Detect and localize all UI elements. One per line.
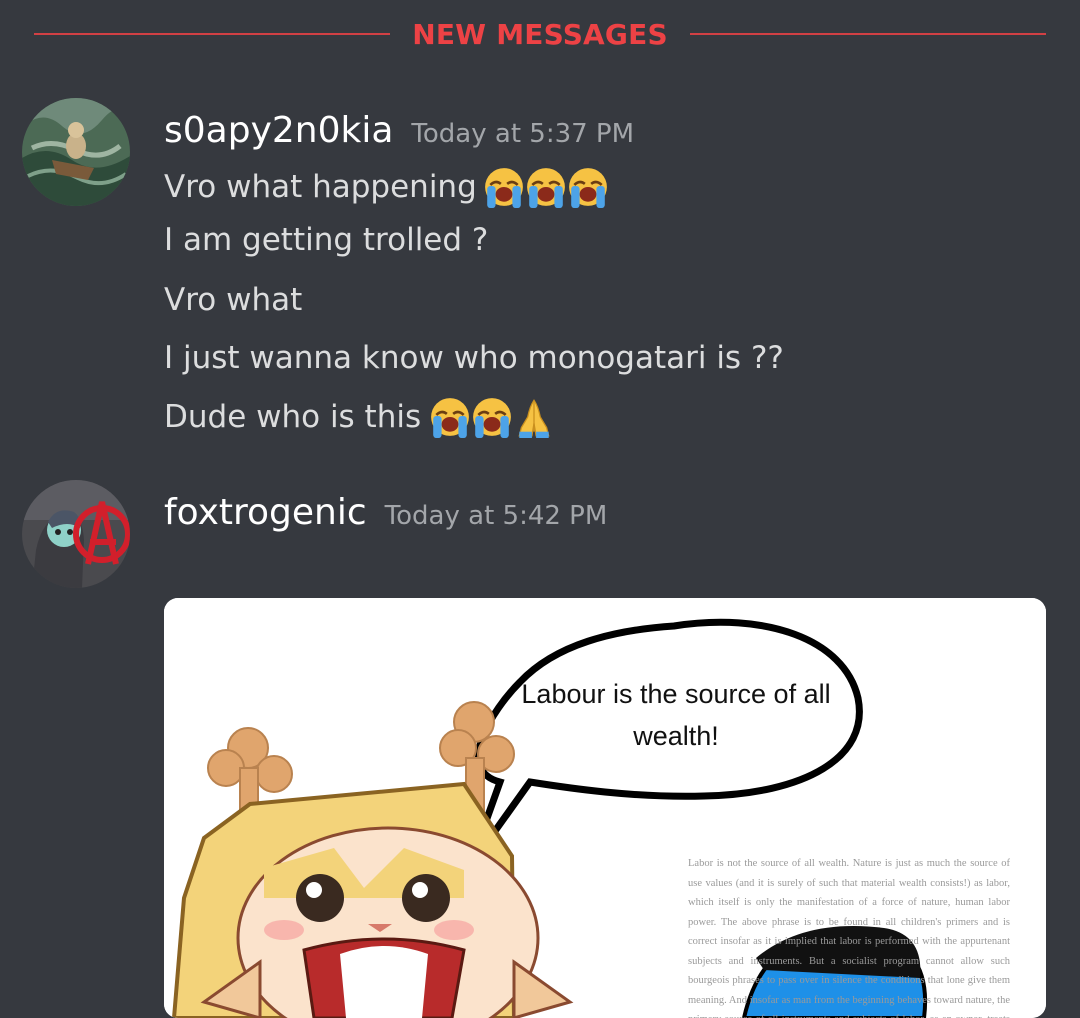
timestamp: Today at 5:37 PM — [411, 119, 635, 149]
folded-hands-icon — [518, 399, 550, 438]
message-line: I am getting trolled ? — [164, 222, 488, 258]
message-text: Vro what — [164, 282, 303, 318]
message-text: Dude who is this — [164, 399, 422, 435]
message-line: Vro what — [164, 282, 302, 318]
loudly-crying-face-icon — [473, 398, 512, 438]
divider-line-left — [34, 33, 391, 35]
new-messages-divider: NEW MESSAGES — [34, 16, 1047, 52]
message-line: Vro what happening — [164, 166, 609, 208]
username[interactable]: s0apy2n0kia — [164, 110, 393, 151]
message-text: I am getting trolled ? — [164, 222, 489, 258]
speech-bubble-text: Labour is the source of all wealth! — [521, 679, 831, 751]
message-header: foxtrogenic Today at 5:42 PM — [164, 492, 607, 533]
new-messages-label: NEW MESSAGES — [412, 17, 668, 51]
message-text: I just wanna know who monogatari is ?? — [164, 340, 784, 376]
loudly-crying-face-icon — [568, 168, 607, 208]
message-line: I just wanna know who monogatari is ?? — [164, 340, 784, 376]
loudly-crying-face-icon — [526, 168, 565, 208]
username[interactable]: foxtrogenic — [164, 492, 367, 533]
avatar-image — [22, 98, 130, 206]
book-excerpt-text: Labor is not the source of all wealth. N… — [688, 858, 1010, 1018]
user-avatar[interactable] — [22, 98, 130, 206]
image-attachment[interactable]: Labour is the source of all wealth! Labo… — [164, 598, 1046, 1018]
user-avatar[interactable] — [22, 480, 130, 588]
message-text: Vro what happening — [164, 169, 477, 205]
divider-line-right — [689, 33, 1047, 35]
loudly-crying-face-icon — [484, 168, 523, 208]
timestamp: Today at 5:42 PM — [384, 501, 608, 531]
avatar-image — [22, 480, 130, 588]
message-line: Dude who is this — [164, 396, 555, 438]
loudly-crying-face-icon — [431, 398, 470, 438]
message-header: s0apy2n0kia Today at 5:37 PM — [164, 110, 634, 151]
